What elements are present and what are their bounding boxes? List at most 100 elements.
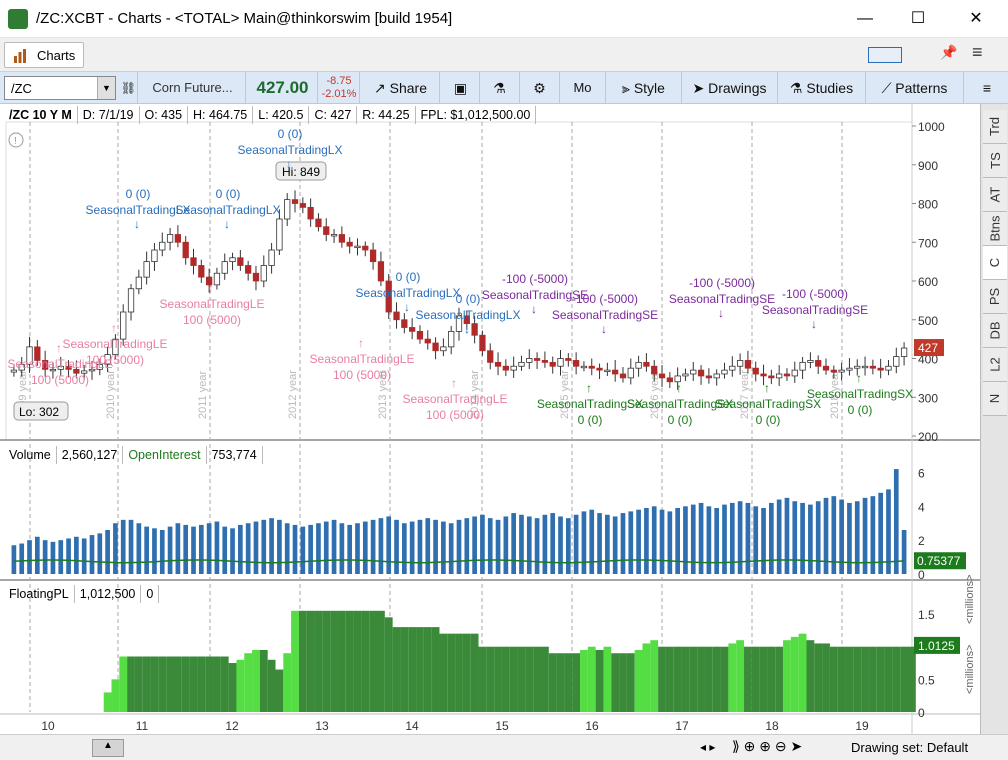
symbol-selector[interactable]: /ZC ▼ — [4, 76, 116, 100]
floating-pl-bar — [697, 646, 705, 712]
floating-pl-bar — [439, 633, 448, 712]
floating-pl-bar — [369, 610, 378, 712]
share-icon: ↗ — [374, 80, 390, 96]
candle-down — [541, 360, 549, 363]
price-axis-label: 200 — [918, 430, 938, 444]
signal-arrow: ↓ — [601, 322, 607, 336]
chart-toolbar: /ZC ▼ ⛓ Corn Future... 427.00 -8.75 -2.0… — [0, 72, 1008, 104]
candle-down — [369, 249, 377, 263]
drawings-button[interactable]: ➤ Drawings — [682, 72, 778, 104]
bar-range: R: 44.25 — [357, 106, 416, 124]
candle-down — [190, 257, 197, 266]
sidebar-tab-l2[interactable]: L2 — [983, 348, 1007, 382]
sidebar-tab-n[interactable]: N — [983, 382, 1007, 416]
floating-pl-bar — [861, 646, 869, 712]
sidebar-tab-label: C — [987, 257, 1003, 268]
volume-bar — [675, 508, 680, 574]
aggregation-button[interactable]: Mo — [560, 72, 606, 104]
sidebar-tab-c[interactable]: C — [983, 246, 1007, 280]
link-color-button[interactable] — [868, 47, 902, 63]
volume-bar — [433, 519, 438, 574]
volume-bar — [769, 502, 774, 574]
drawing-set-label[interactable]: Drawing set: Default — [851, 740, 968, 755]
volume-bar — [409, 521, 415, 574]
floating-pl-bar — [236, 659, 245, 712]
openinterest-value: 753,774 — [207, 446, 263, 464]
floating-pl-bar — [392, 627, 401, 712]
signal-arrow: ↑ — [856, 371, 862, 385]
signal-name: SeasonalTradingLE — [403, 392, 508, 406]
flask-icon[interactable]: ⚗ — [480, 72, 520, 104]
maximize-button[interactable]: ☐ — [908, 10, 928, 28]
floating-pl-bar — [501, 646, 510, 712]
candle-down — [705, 375, 713, 379]
candle-down — [666, 377, 673, 383]
candle-down — [362, 245, 369, 251]
candle-down — [174, 234, 182, 243]
floating-pl-bar — [665, 646, 674, 712]
floating-pl-bar — [908, 646, 916, 712]
sidebar-tab-ps[interactable]: PS — [983, 280, 1007, 314]
volume-bar — [441, 521, 446, 574]
style-button[interactable]: ⫸ Style — [606, 72, 682, 104]
signal-arrow: ↓ — [286, 157, 292, 171]
menu-icon[interactable]: ≡ — [972, 42, 983, 63]
link-icon[interactable]: ⛓ — [120, 72, 138, 104]
volume-bar — [113, 523, 118, 574]
chevron-down-icon[interactable]: ▼ — [97, 77, 115, 99]
last-price-badge-label: 427 — [918, 341, 938, 355]
sidebar-tab-btns[interactable]: Btns — [983, 212, 1007, 246]
sidebar-tab-ts[interactable]: TS — [983, 144, 1007, 178]
volume-bar — [729, 502, 735, 574]
sidebar-tab-trd[interactable]: Trd — [983, 110, 1007, 144]
close-button[interactable]: ✕ — [966, 10, 986, 28]
candle-up — [900, 347, 908, 357]
patterns-button[interactable]: ⟋ Patterns — [866, 72, 964, 104]
scroll-thumb[interactable]: ▲ — [92, 739, 124, 757]
volume-bar — [269, 518, 274, 574]
volume-bar — [277, 519, 282, 574]
volume-bar — [214, 521, 220, 574]
chart-menu-icon[interactable]: ≡ — [966, 72, 1008, 104]
bar-close: C: 427 — [309, 106, 358, 124]
snapshot-icon[interactable]: ▣ — [442, 72, 480, 104]
floating-pl-bar — [244, 653, 253, 712]
chart-canvas[interactable]: 2009 year 2010 year 2011 year 2012 year 2013… — [0, 104, 980, 734]
scroll-arrows[interactable]: ◂ ▸ — [700, 740, 715, 754]
volume-bar — [722, 504, 727, 574]
candle-up — [518, 361, 525, 367]
tab-charts[interactable]: Charts — [4, 42, 84, 68]
sidebar-tab-db[interactable]: DB — [983, 314, 1007, 348]
candle-up — [893, 356, 900, 367]
percent-change: -2.01% — [321, 88, 357, 100]
volume-bar — [558, 516, 563, 574]
floating-pl-bar — [876, 646, 885, 712]
volume-bar — [120, 519, 126, 574]
studies-button[interactable]: ⚗ Studies — [778, 72, 866, 104]
floating-pl-bar — [540, 646, 549, 712]
chart-area[interactable]: 2009 year 2010 year 2011 year 2012 year 2013… — [0, 104, 980, 734]
candle-up — [276, 218, 283, 251]
title-bar: /ZC:XCBT - Charts - <TOTAL> Main@thinkor… — [0, 0, 1008, 38]
minimize-button[interactable]: — — [855, 10, 875, 28]
candle-down — [182, 241, 189, 259]
volume-bar — [761, 508, 766, 574]
pin-icon[interactable]: 📌 — [940, 44, 957, 61]
share-button[interactable]: ↗ Share — [362, 72, 440, 104]
patterns-icon: ⟋ — [881, 80, 896, 96]
symbol-description: Corn Future... — [140, 72, 246, 104]
gear-icon[interactable]: ⚙ — [520, 72, 560, 104]
candle-up — [526, 358, 533, 363]
volume-bar — [519, 514, 524, 574]
volume-bar — [706, 506, 712, 574]
signal-name: SeasonalTradingSE — [669, 292, 775, 306]
candle-up — [690, 369, 697, 375]
volume-bar — [901, 530, 907, 574]
floating-pl-bar — [712, 646, 721, 712]
floating-pl-bar — [252, 649, 260, 712]
zoom-tools[interactable]: ⟫ ⊕ ⊕ ⊖ ➤ — [732, 738, 802, 755]
sidebar-tab-at[interactable]: AT — [983, 178, 1007, 212]
candle-down — [658, 373, 666, 379]
floating-pl-bar — [345, 610, 354, 712]
floating-pl-bar — [775, 646, 784, 712]
